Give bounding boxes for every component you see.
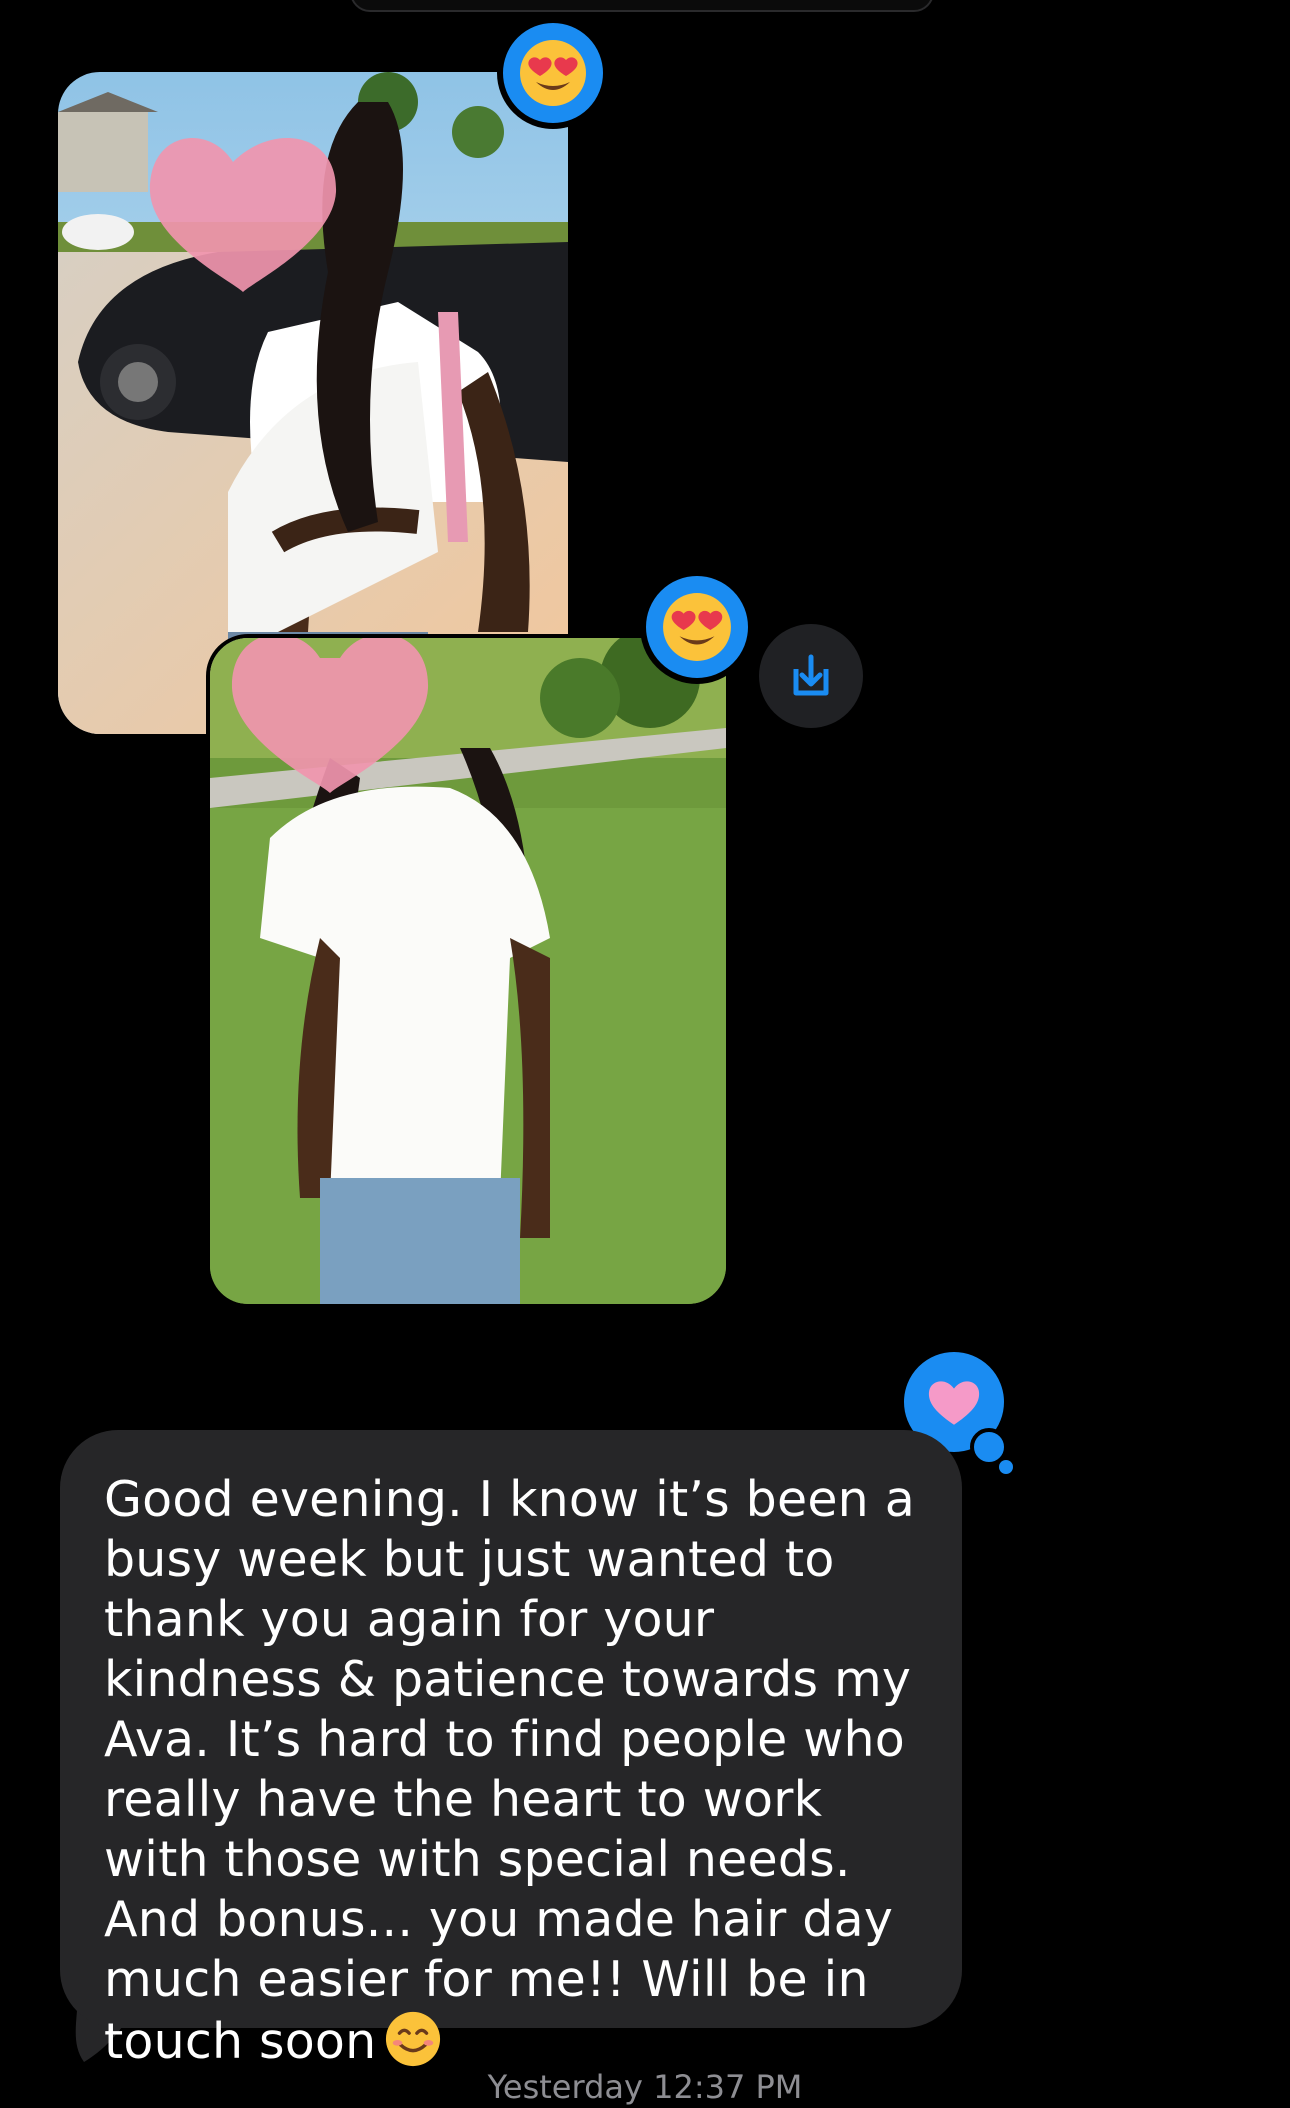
heart-eyes-emoji-icon [520, 40, 586, 106]
photo-1-reaction[interactable] [497, 17, 609, 129]
message-text: Good evening. I know it’s been a busy we… [104, 1470, 922, 2082]
save-photos-button[interactable] [759, 624, 863, 728]
photo-attachment-2[interactable] [206, 634, 730, 1308]
pink-heart-icon [928, 1381, 980, 1425]
timestamp: Yesterday 12:37 PM [487, 2068, 803, 2106]
heart-eyes-emoji-icon [663, 593, 731, 661]
save-to-photos-icon [793, 654, 829, 696]
photo-2-reaction[interactable] [640, 570, 754, 684]
message-body: Good evening. I know it’s been a busy we… [104, 1471, 915, 2070]
received-message-bubble[interactable]: Good evening. I know it’s been a busy we… [60, 1430, 962, 2070]
reaction-tail-dot-small [999, 1460, 1013, 1474]
photo-2-image [210, 638, 726, 1304]
previous-message-edge [350, 0, 934, 12]
